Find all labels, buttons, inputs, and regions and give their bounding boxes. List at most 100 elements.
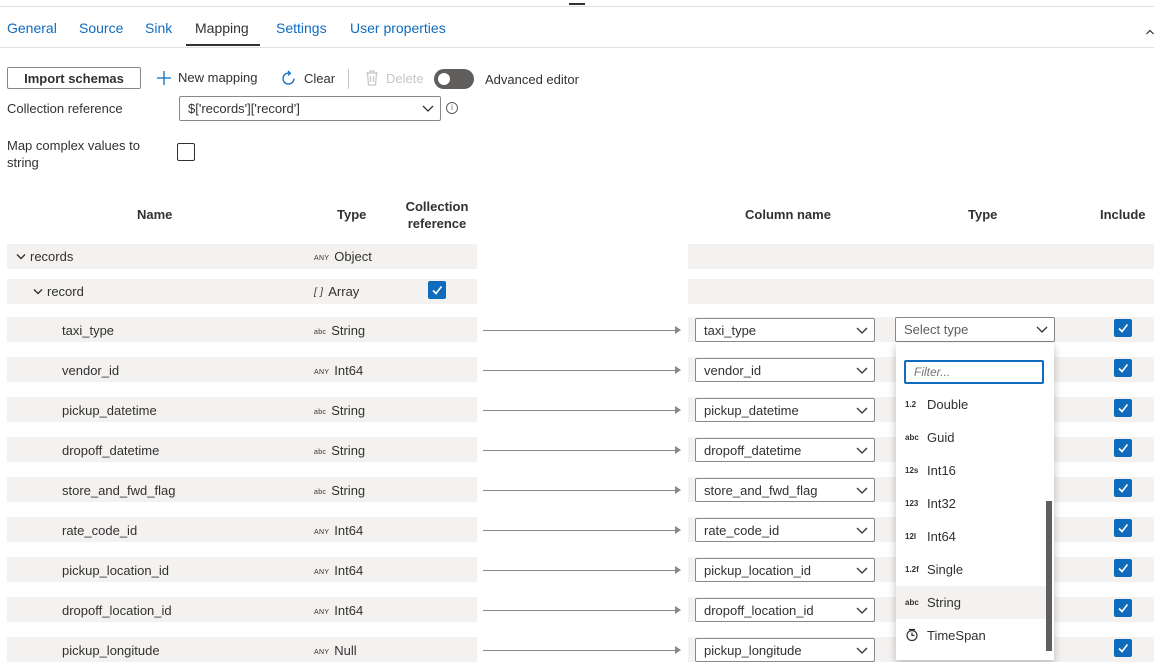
type-icon: 123 — [905, 499, 919, 508]
sink-type-placeholder: Select type — [904, 322, 969, 337]
dropdown-scrollbar[interactable] — [1046, 501, 1052, 651]
arrow-right-icon — [675, 606, 681, 614]
header-type: Type — [337, 207, 367, 222]
chevron-down-icon — [1036, 323, 1048, 338]
column-name-select[interactable]: pickup_datetime — [695, 398, 875, 422]
column-name-value: pickup_longitude — [704, 643, 802, 658]
header-collection-reference: Collection reference — [405, 199, 469, 231]
map-complex-checkbox[interactable] — [177, 143, 195, 161]
arrow-right-icon — [675, 646, 681, 654]
new-mapping-label: New mapping — [178, 70, 258, 85]
include-checkbox[interactable] — [1114, 399, 1132, 417]
type-option[interactable]: abc Guid — [896, 421, 1046, 454]
collection-reference-select[interactable]: $['records']['record'] — [179, 96, 441, 121]
tree-row-records[interactable] — [7, 244, 477, 269]
type-label: String — [331, 323, 366, 338]
source-column-name: taxi_type — [62, 323, 115, 338]
header-sink-type: Type — [968, 207, 998, 222]
type-label: String — [331, 403, 366, 418]
tab-mapping[interactable]: Mapping — [195, 20, 249, 36]
delete-button[interactable]: Delete — [365, 70, 424, 86]
mapping-connector — [483, 486, 681, 494]
arrow-right-icon — [675, 406, 681, 414]
source-column-type: abc String — [314, 443, 365, 458]
new-mapping-button[interactable]: New mapping — [157, 70, 258, 85]
column-name-select[interactable]: vendor_id — [695, 358, 875, 382]
mapping-connector — [483, 566, 681, 574]
chevron-down-icon — [16, 254, 26, 260]
tab-general[interactable]: General — [7, 20, 57, 36]
include-checkbox[interactable] — [1114, 479, 1132, 497]
chevron-down-icon — [856, 364, 868, 379]
clear-label: Clear — [304, 71, 336, 86]
arrow-right-icon — [675, 566, 681, 574]
tree-toggle-records[interactable] — [16, 249, 26, 264]
chevron-down-icon — [856, 404, 868, 419]
column-name-value: dropoff_location_id — [704, 603, 814, 618]
trash-icon — [366, 70, 378, 86]
mapping-connector — [483, 606, 681, 614]
include-checkbox[interactable] — [1114, 319, 1132, 337]
advanced-editor-toggle[interactable] — [434, 69, 474, 89]
toggle-knob — [438, 73, 450, 85]
type-option-label: Int64 — [927, 529, 956, 544]
arrow-right-icon — [675, 446, 681, 454]
source-column-type: ANY Int64 — [314, 523, 363, 538]
chevron-down-icon — [856, 324, 868, 339]
include-checkbox[interactable] — [1114, 559, 1132, 577]
column-name-value: dropoff_datetime — [704, 443, 802, 458]
refresh-icon — [282, 70, 295, 85]
column-name-select[interactable]: taxi_type — [695, 318, 875, 342]
chevron-down-icon — [33, 289, 43, 295]
drag-handle[interactable] — [569, 3, 585, 5]
type-option[interactable]: 12l Int64 — [896, 520, 1046, 553]
include-checkbox[interactable] — [1114, 519, 1132, 537]
type-label: Int64 — [334, 603, 364, 618]
mapping-connector — [483, 446, 681, 454]
sink-type-select[interactable]: Select type — [895, 317, 1055, 342]
source-column-type: abc String — [314, 403, 365, 418]
arrow-right-icon — [675, 326, 681, 334]
tab-source[interactable]: Source — [79, 20, 123, 36]
type-option-label: Int32 — [927, 496, 956, 511]
type-option[interactable]: abc String — [896, 586, 1046, 619]
include-checkbox[interactable] — [1114, 359, 1132, 377]
include-checkbox[interactable] — [1114, 599, 1132, 617]
column-name-select[interactable]: dropoff_datetime — [695, 438, 875, 462]
type-option[interactable]: 12s Int16 — [896, 454, 1046, 487]
type-badge-icon: ANY — [314, 649, 330, 656]
include-checkbox[interactable] — [1114, 639, 1132, 657]
advanced-editor-label: Advanced editor — [485, 72, 579, 87]
import-schemas-button[interactable]: Import schemas — [7, 67, 141, 89]
column-name-select[interactable]: dropoff_location_id — [695, 598, 875, 622]
column-name-select[interactable]: pickup_longitude — [695, 638, 875, 662]
chevron-down-icon — [856, 564, 868, 579]
chevron-down-icon — [422, 102, 434, 117]
collection-reference-checkbox[interactable] — [428, 281, 446, 299]
type-filter-input[interactable] — [904, 360, 1044, 384]
include-checkbox[interactable] — [1114, 439, 1132, 457]
type-option[interactable]: 123 Int32 — [896, 487, 1046, 520]
type-option[interactable]: 1.2f Single — [896, 553, 1046, 586]
type-option[interactable]: TimeSpan — [896, 619, 1046, 652]
column-name-select[interactable]: pickup_location_id — [695, 558, 875, 582]
type-option-label: Int16 — [927, 463, 956, 478]
info-icon[interactable]: i — [446, 102, 458, 114]
tab-user-properties[interactable]: User properties — [350, 20, 446, 36]
chevron-down-icon — [856, 444, 868, 459]
type-label: Int64 — [334, 523, 364, 538]
map-complex-label: Map complex values to string — [7, 138, 140, 170]
column-name-select[interactable]: rate_code_id — [695, 518, 875, 542]
collapse-icon[interactable] — [1146, 24, 1154, 38]
column-name-value: vendor_id — [704, 363, 762, 378]
clear-button[interactable]: Clear — [280, 70, 335, 87]
type-option[interactable]: 1.2 Double — [896, 388, 1046, 421]
tab-sink[interactable]: Sink — [145, 20, 172, 36]
tree-toggle-record[interactable] — [33, 284, 43, 299]
type-option-label: TimeSpan — [927, 628, 986, 643]
column-name-select[interactable]: store_and_fwd_flag — [695, 478, 875, 502]
type-option-label: Double — [927, 397, 969, 412]
tab-settings[interactable]: Settings — [276, 20, 327, 36]
mapping-connector — [483, 526, 681, 534]
mapping-connector — [483, 406, 681, 414]
